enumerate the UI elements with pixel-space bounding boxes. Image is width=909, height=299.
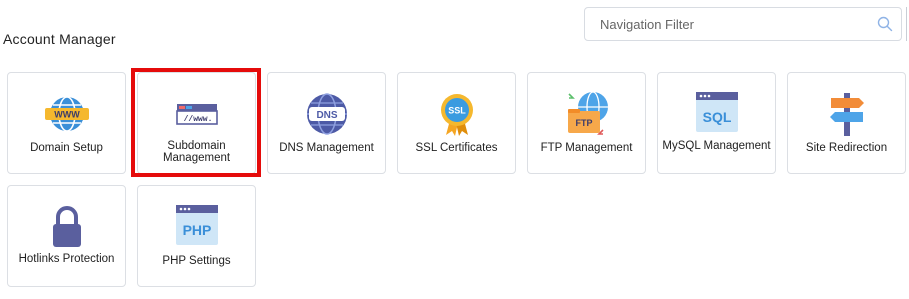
tile-label: FTP Management [540, 142, 633, 154]
svg-text:FTP: FTP [575, 118, 592, 128]
account-manager-page: Account Manager WWW Domain Setup [0, 0, 909, 299]
navigation-filter[interactable] [584, 7, 902, 41]
php-window-icon: PHP [173, 203, 221, 251]
tile-label: Site Redirection [805, 142, 888, 154]
ftp-folder-icon: FTP [563, 90, 611, 138]
tile-label: Domain Setup [30, 142, 103, 154]
tile-mysql-management[interactable]: SQL MySQL Management [657, 72, 776, 174]
tile-dns-management[interactable]: DNS DNS Management [267, 72, 386, 174]
search-icon[interactable] [877, 16, 893, 32]
svg-text:DNS: DNS [316, 110, 337, 121]
svg-text:SSL: SSL [448, 106, 466, 116]
tile-label: SSL Certificates [415, 142, 498, 154]
subdomain-address-bar-icon: //www. [173, 90, 221, 138]
tile-label: Subdomain Management [162, 140, 231, 164]
signpost-icon [823, 90, 871, 138]
tile-php-settings[interactable]: PHP PHP Settings [137, 185, 256, 287]
ssl-badge-icon: SSL [433, 90, 481, 138]
tile-site-redirection[interactable]: Site Redirection [787, 72, 906, 174]
sql-window-icon: SQL [693, 90, 741, 138]
tile-domain-setup[interactable]: WWW Domain Setup [7, 72, 126, 174]
tile-ssl-certificates[interactable]: SSL SSL Certificates [397, 72, 516, 174]
search-input[interactable] [585, 8, 880, 40]
svg-text:PHP: PHP [182, 222, 211, 238]
tile-label: Hotlinks Protection [18, 253, 115, 265]
svg-text://www.: //www. [183, 115, 212, 124]
tile-label: DNS Management [279, 142, 374, 154]
tile-hotlinks-protection[interactable]: Hotlinks Protection [7, 185, 126, 287]
svg-text:SQL: SQL [702, 109, 731, 125]
padlock-icon [43, 203, 91, 251]
tile-subdomain-management[interactable]: //www. Subdomain Management [137, 72, 256, 174]
tile-ftp-management[interactable]: FTP FTP Management [527, 72, 646, 174]
tile-label: MySQL Management [662, 140, 771, 152]
globe-www-icon: WWW [43, 90, 91, 138]
tile-label: PHP Settings [162, 255, 231, 267]
page-edge-divider [906, 7, 907, 41]
page-title: Account Manager [3, 31, 116, 47]
svg-text:WWW: WWW [54, 110, 80, 120]
dns-globe-icon: DNS [303, 90, 351, 138]
